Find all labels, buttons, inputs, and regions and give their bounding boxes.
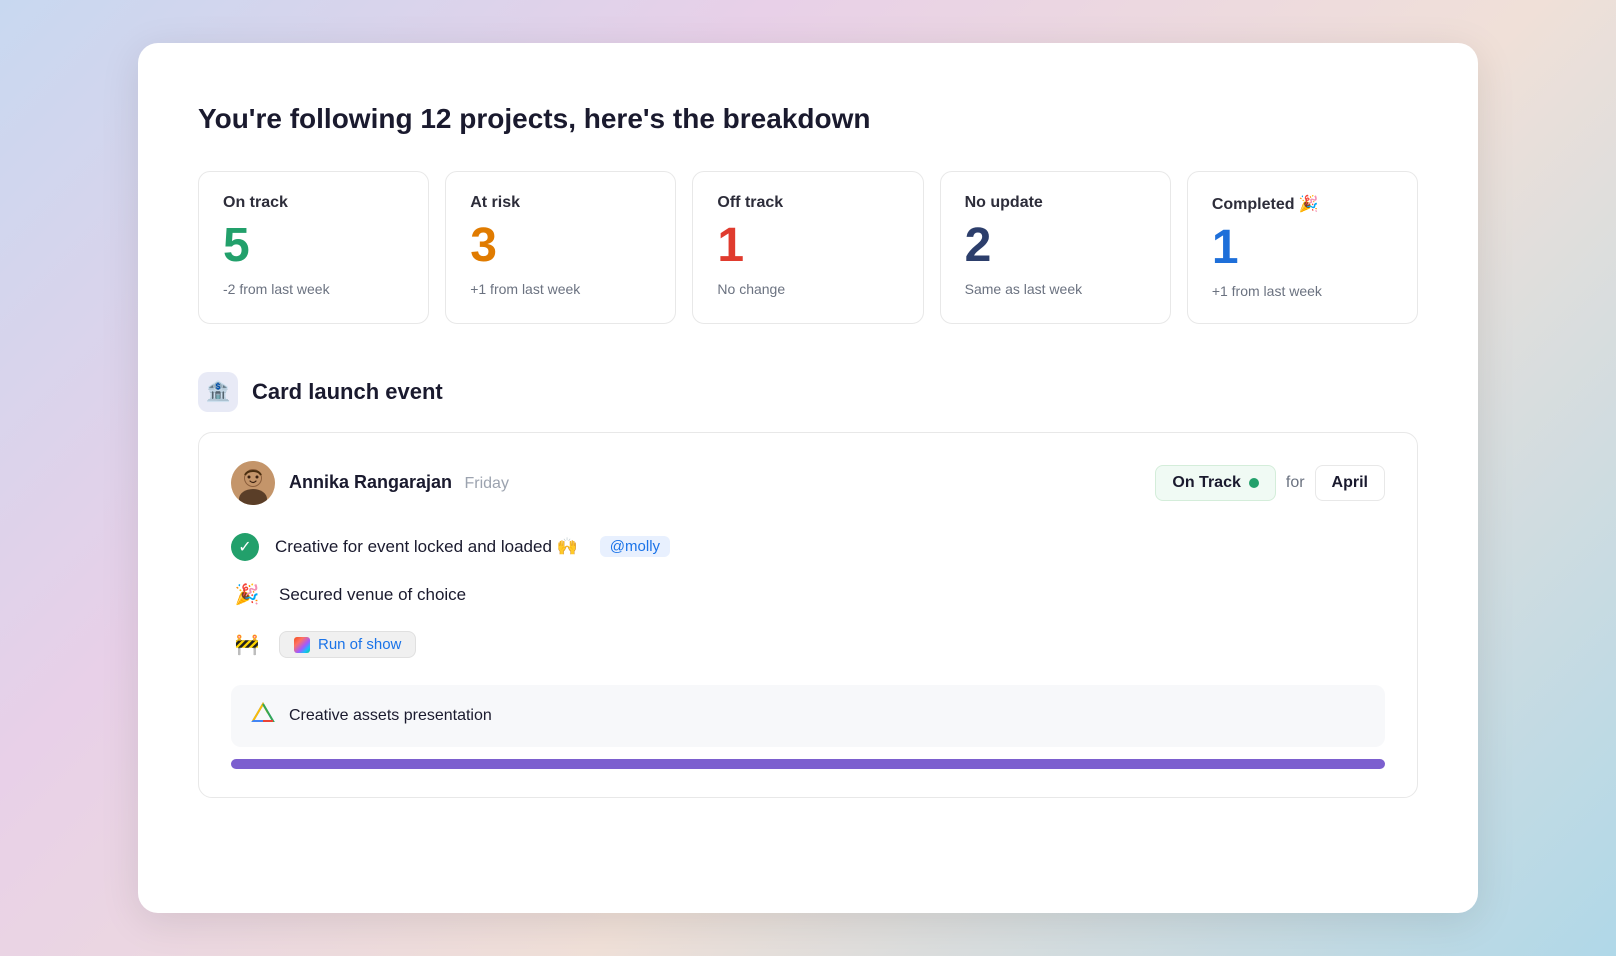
stat-number: 3 bbox=[470, 220, 651, 273]
list-item: 🎉 Secured venue of choice bbox=[231, 579, 1385, 611]
list-item: ✓ Creative for event locked and loaded 🙌… bbox=[231, 533, 1385, 561]
figma-icon bbox=[294, 637, 310, 653]
stat-card-at-risk[interactable]: At risk 3 +1 from last week bbox=[445, 171, 676, 324]
stat-label: On track bbox=[223, 194, 404, 212]
gdrive-icon bbox=[251, 701, 275, 731]
main-card: You're following 12 projects, here's the… bbox=[138, 43, 1478, 913]
author-info: Annika Rangarajan Friday bbox=[289, 472, 509, 493]
stat-card-off-track[interactable]: Off track 1 No change bbox=[692, 171, 923, 324]
stats-row: On track 5 -2 from last week At risk 3 +… bbox=[198, 171, 1418, 324]
mention-tag[interactable]: @molly bbox=[600, 536, 670, 557]
section-icon: 🏦 bbox=[198, 372, 238, 412]
author-day: Friday bbox=[465, 475, 509, 492]
stat-card-on-track[interactable]: On track 5 -2 from last week bbox=[198, 171, 429, 324]
status-dot bbox=[1249, 478, 1259, 488]
update-header: Annika Rangarajan Friday On Track for Ap… bbox=[231, 461, 1385, 505]
update-author: Annika Rangarajan Friday bbox=[231, 461, 509, 505]
stat-change: +1 from last week bbox=[1212, 283, 1393, 299]
update-card: Annika Rangarajan Friday On Track for Ap… bbox=[198, 432, 1418, 798]
status-text: On Track bbox=[1172, 474, 1240, 492]
status-badge[interactable]: On Track bbox=[1155, 465, 1275, 501]
striped-icon: 🚧 bbox=[231, 629, 263, 661]
attachment-name: Creative assets presentation bbox=[289, 707, 492, 725]
update-items: ✓ Creative for event locked and loaded 🙌… bbox=[231, 533, 1385, 661]
author-name: Annika Rangarajan bbox=[289, 472, 452, 492]
run-of-show-link[interactable]: Run of show bbox=[279, 631, 416, 658]
section-title: Card launch event bbox=[252, 379, 443, 405]
month-badge[interactable]: April bbox=[1315, 465, 1385, 501]
check-icon: ✓ bbox=[231, 533, 259, 561]
stat-change: -2 from last week bbox=[223, 281, 404, 297]
list-item: 🚧 Run of show bbox=[231, 629, 1385, 661]
stat-number: 5 bbox=[223, 220, 404, 273]
status-area: On Track for April bbox=[1155, 465, 1385, 501]
stat-change: No change bbox=[717, 281, 898, 297]
attachment-card: Creative assets presentation bbox=[231, 685, 1385, 747]
stat-label: No update bbox=[965, 194, 1146, 212]
stat-number: 2 bbox=[965, 220, 1146, 273]
stat-label: Completed 🎉 bbox=[1212, 194, 1393, 214]
stat-change: +1 from last week bbox=[470, 281, 651, 297]
avatar-svg bbox=[231, 461, 275, 505]
progress-bar bbox=[231, 759, 1385, 769]
for-label: for bbox=[1286, 474, 1305, 492]
item-text: Creative for event locked and loaded 🙌 bbox=[275, 537, 578, 557]
avatar bbox=[231, 461, 275, 505]
stat-number: 1 bbox=[1212, 222, 1393, 275]
page-title: You're following 12 projects, here's the… bbox=[198, 103, 1418, 135]
stat-label: At risk bbox=[470, 194, 651, 212]
stat-change: Same as last week bbox=[965, 281, 1146, 297]
item-text: Secured venue of choice bbox=[279, 585, 466, 605]
section-header: 🏦 Card launch event bbox=[198, 372, 1418, 412]
stat-number: 1 bbox=[717, 220, 898, 273]
party-icon: 🎉 bbox=[231, 579, 263, 611]
stat-label: Off track bbox=[717, 194, 898, 212]
stat-card-no-update[interactable]: No update 2 Same as last week bbox=[940, 171, 1171, 324]
stat-card-completed[interactable]: Completed 🎉 1 +1 from last week bbox=[1187, 171, 1418, 324]
